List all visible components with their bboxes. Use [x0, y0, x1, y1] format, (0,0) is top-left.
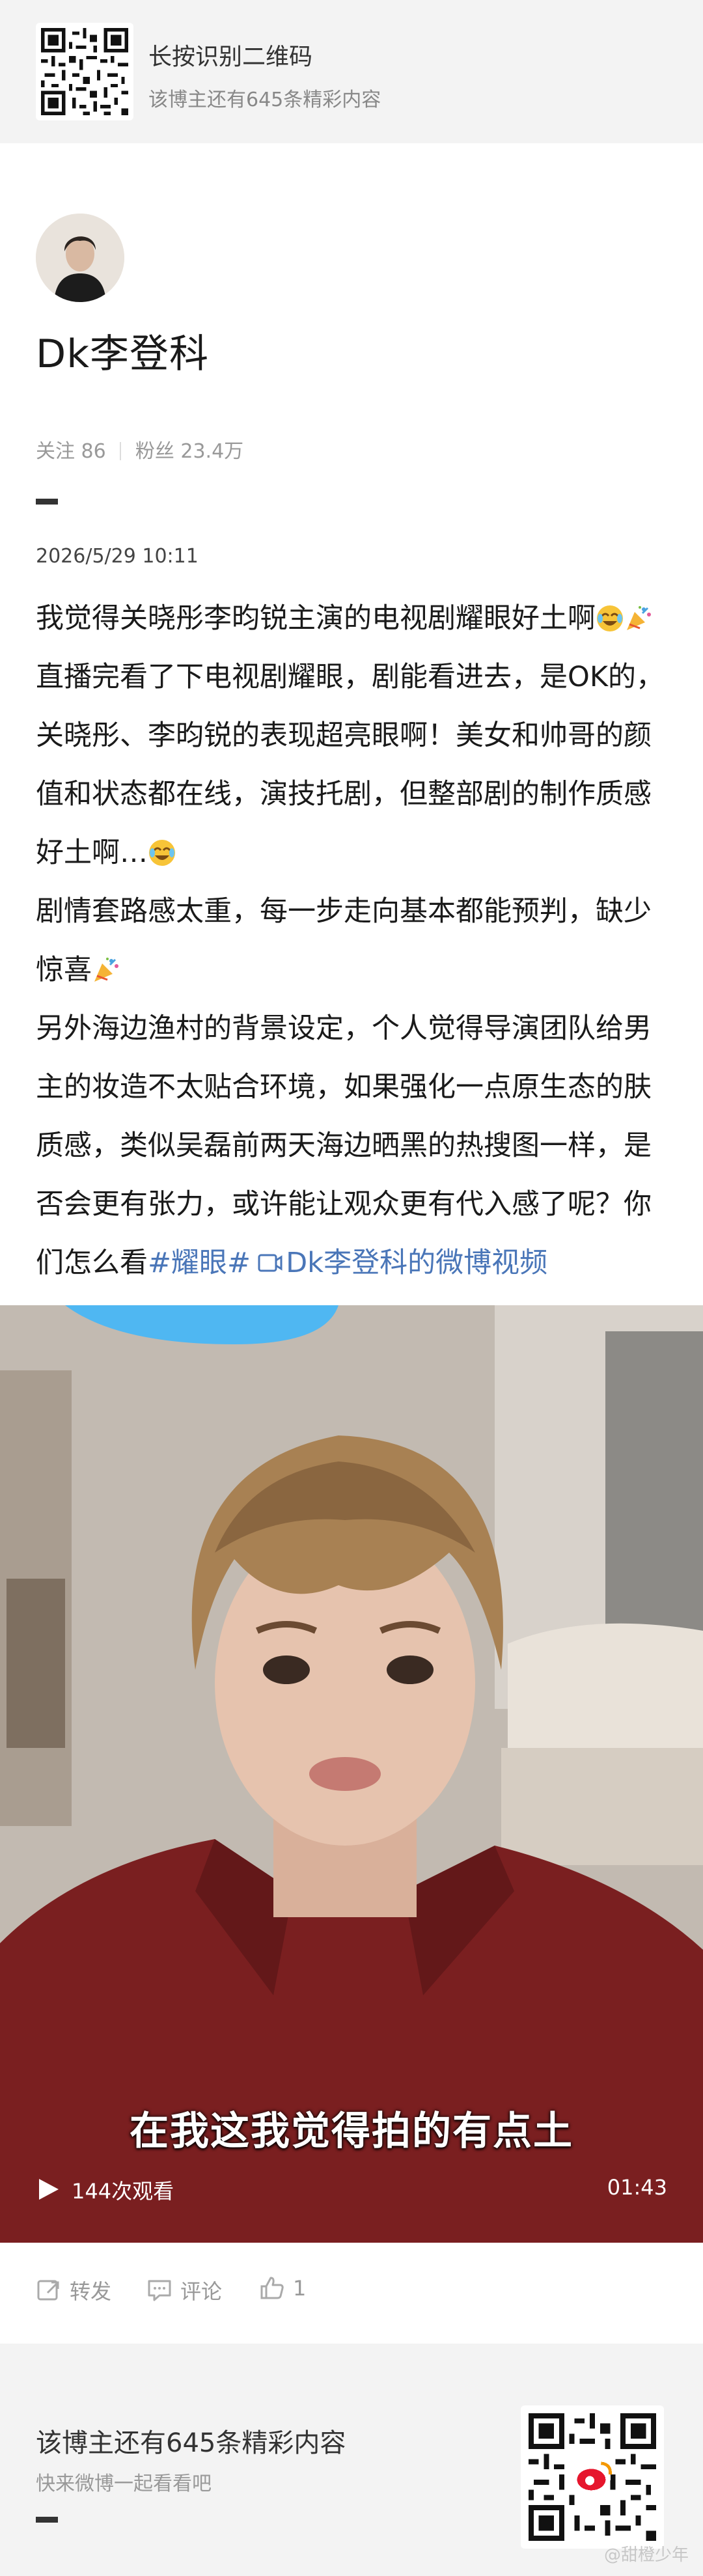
play-icon[interactable] [38, 2178, 60, 2201]
comment-label: 评论 [180, 2279, 223, 2304]
stats-divider [120, 442, 122, 460]
avatar[interactable] [36, 214, 124, 302]
video-caption: 在我这我觉得拍的有点土 [130, 2109, 573, 2154]
bottom-divider [36, 2517, 58, 2523]
video-link-icon [258, 1254, 283, 1272]
weibo-watermark: @甜橙少年 [603, 2545, 689, 2565]
party-popper-emoji-icon [94, 958, 118, 982]
bottom-banner-subtitle: 快来微博一起看看吧 [36, 2472, 212, 2495]
party-popper-emoji-icon [627, 606, 651, 630]
post-paragraph: 直播完看了下电视剧耀眼，剧能看进去，是OK的，关晓彤、李昀锐的表现超亮眼啊！美女… [36, 648, 674, 882]
section-divider [36, 499, 58, 505]
post-body: 我觉得关晓彤李昀锐主演的电视剧耀眼好土啊 直播完看了下电视剧耀眼，剧能看进去，是… [36, 589, 674, 1292]
post-paragraph: 剧情套路感太重，每一步走向基本都能预判，缺少惊喜 [36, 882, 674, 999]
repost-icon [37, 2280, 59, 2301]
follow-count: 86 [81, 440, 106, 463]
post-paragraph: 另外海边渔村的背景设定，个人觉得导演团队给男主的妆造不太贴合环境，如果强化一点原… [36, 999, 674, 1292]
qr-code-icon[interactable] [521, 2405, 664, 2549]
banner-title: 长按识别二维码 [148, 44, 313, 70]
thumbs-up-icon [260, 2277, 284, 2299]
bottom-banner-title: 该博主还有645条精彩内容 [36, 2428, 346, 2458]
top-qr-banner: 长按识别二维码 该博主还有645条精彩内容 [0, 0, 703, 143]
like-button[interactable]: 1 [259, 2275, 306, 2301]
banner-subtitle: 该博主还有645条精彩内容 [148, 89, 381, 111]
video-view-count: 144次观看 [72, 2179, 174, 2204]
post-time: 2026/5/29 10:11 [36, 545, 199, 568]
like-count: 1 [293, 2276, 307, 2301]
fans-label: 粉丝 [135, 440, 174, 463]
hashtag-link[interactable]: #耀眼# [148, 1247, 251, 1279]
follow-label: 关注 [36, 440, 75, 463]
comment-button[interactable]: 评论 [146, 2275, 222, 2305]
post-paragraph-3: 剧情套路感太重，每一步走向基本都能预判，缺少惊喜 [36, 895, 652, 986]
post-paragraph-2: 直播完看了下电视剧耀眼，剧能看进去，是OK的，关晓彤、李昀锐的表现超亮眼啊！美女… [36, 661, 665, 869]
post-line-1: 我觉得关晓彤李昀锐主演的电视剧耀眼好土啊 [36, 602, 596, 635]
repost-button[interactable]: 转发 [36, 2275, 111, 2305]
video-player[interactable]: 在我这我觉得拍的有点土 144次观看 01:43 [0, 1305, 703, 2243]
profile-stats: 关注 86 粉丝 23.4万 [36, 435, 243, 464]
repost-label: 转发 [70, 2279, 112, 2304]
user-name[interactable]: Dk李登科 [36, 322, 209, 379]
video-link[interactable]: Dk李登科的微博视频 [286, 1247, 547, 1279]
laughing-crying-emoji-icon [597, 605, 623, 631]
post-paragraph: 我觉得关晓彤李昀锐主演的电视剧耀眼好土啊 [36, 589, 674, 648]
video-duration: 01:43 [607, 2175, 667, 2200]
action-bar: 转发 评论 1 [0, 2243, 703, 2344]
bottom-qr-banner: 该博主还有645条精彩内容 快来微博一起看看吧 @甜橙少年 [0, 2344, 703, 2576]
fans-count: 23.4万 [180, 440, 244, 463]
comment-icon [148, 2280, 171, 2301]
qr-code-icon[interactable] [36, 23, 133, 120]
laughing-crying-emoji-icon [149, 840, 175, 866]
post-paragraph-4: 另外海边渔村的背景设定，个人觉得导演团队给男主的妆造不太贴合环境，如果强化一点原… [36, 1012, 652, 1279]
